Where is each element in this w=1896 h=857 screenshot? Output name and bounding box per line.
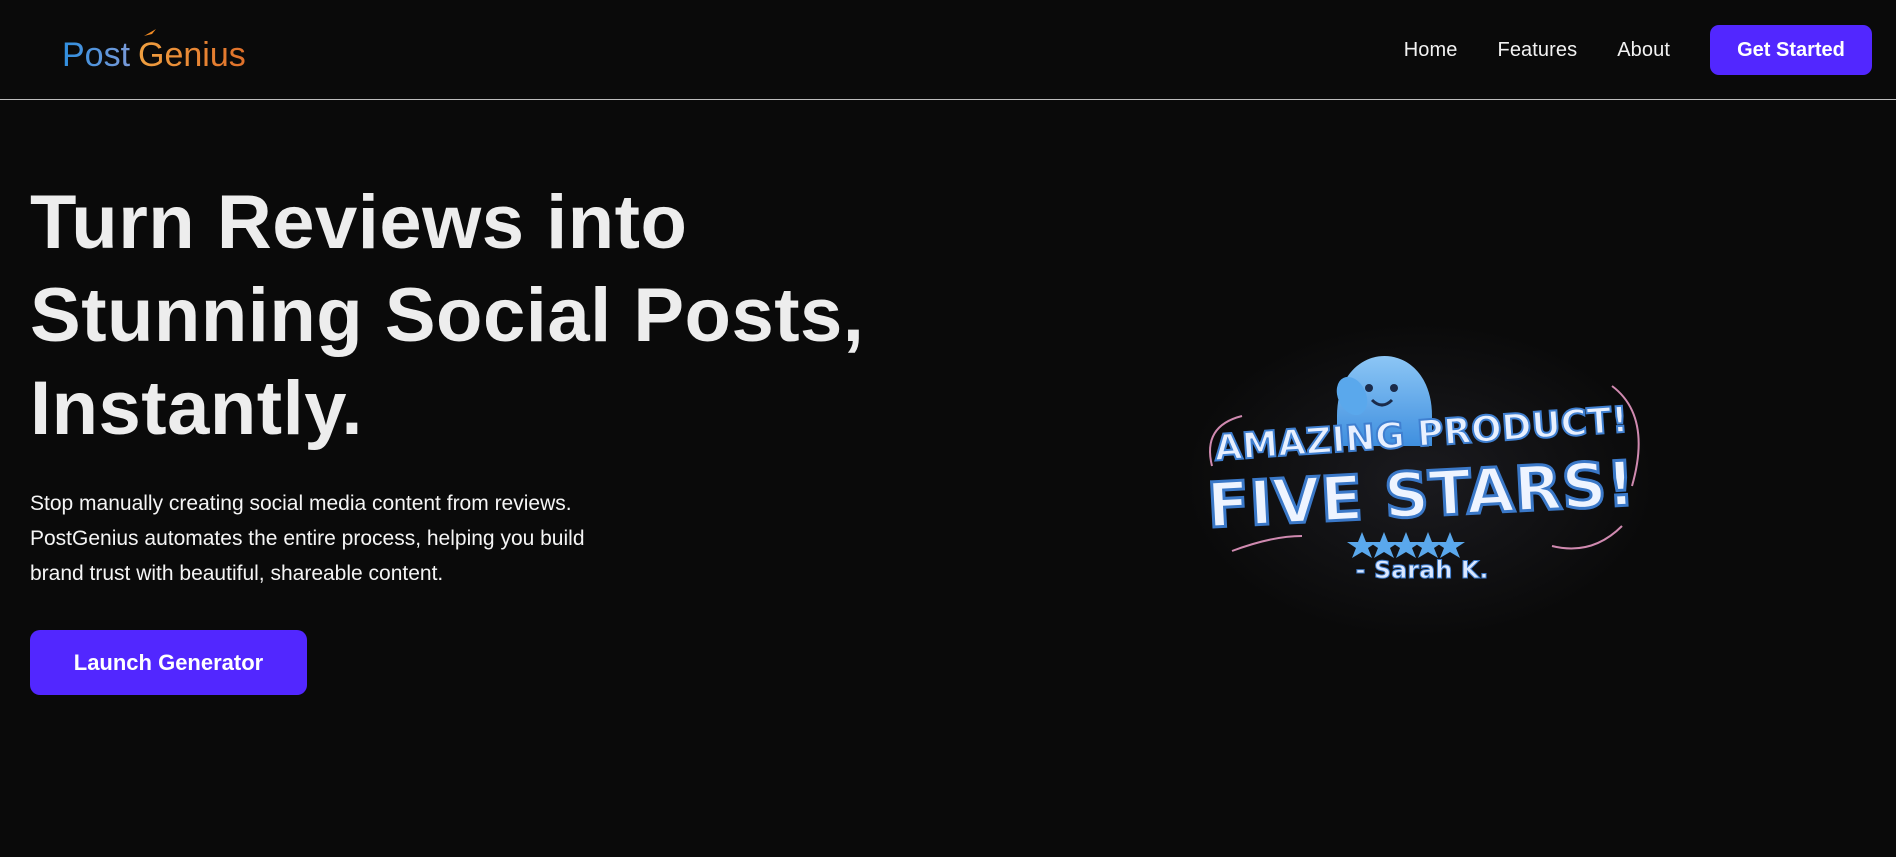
hero-description-line: brand trust with beautiful, shareable co… (30, 562, 444, 585)
hero-title-line: Turn Reviews into (30, 180, 688, 265)
hero-title-line: Instantly. (30, 366, 363, 451)
five-star-rating (1347, 532, 1465, 558)
illustration-author: - Sarah K. (1356, 556, 1489, 584)
star-icon (1413, 532, 1443, 558)
hero-description: Stop manually creating social media cont… (30, 486, 690, 591)
nav-links: Home Features About Get Started (1404, 25, 1872, 75)
star-icon (1435, 532, 1465, 558)
postgenius-logo[interactable]: Post Genius (60, 26, 250, 78)
nav-link-features[interactable]: Features (1498, 39, 1578, 62)
hero-illustration: AMAZING PRODUCT! FIVE STARS! - Sarah K. (1172, 296, 1672, 646)
star-icon (1391, 532, 1421, 558)
nav-link-home[interactable]: Home (1404, 39, 1458, 62)
logo-text-genius: Genius (138, 36, 246, 74)
logo-wordmark: Post Genius (62, 29, 246, 74)
logo-text-post: Post (62, 36, 131, 74)
hero-description-line: Stop manually creating social media cont… (30, 492, 572, 515)
hero-description-line: PostGenius automates the entire process,… (30, 527, 585, 550)
review-sticker-illustration: AMAZING PRODUCT! FIVE STARS! - Sarah K. (1204, 356, 1640, 585)
get-started-button[interactable]: Get Started (1710, 25, 1872, 75)
logo-spark-icon (144, 29, 156, 36)
nav-link-about[interactable]: About (1617, 39, 1670, 62)
star-icon (1369, 532, 1399, 558)
launch-generator-button[interactable]: Launch Generator (30, 630, 307, 695)
hero-title: Turn Reviews into Stunning Social Posts,… (30, 176, 910, 455)
star-icon (1347, 532, 1377, 558)
hero-title-line: Stunning Social Posts, (30, 273, 865, 358)
top-navbar: Post Genius Home Features About Get Star… (0, 0, 1896, 100)
